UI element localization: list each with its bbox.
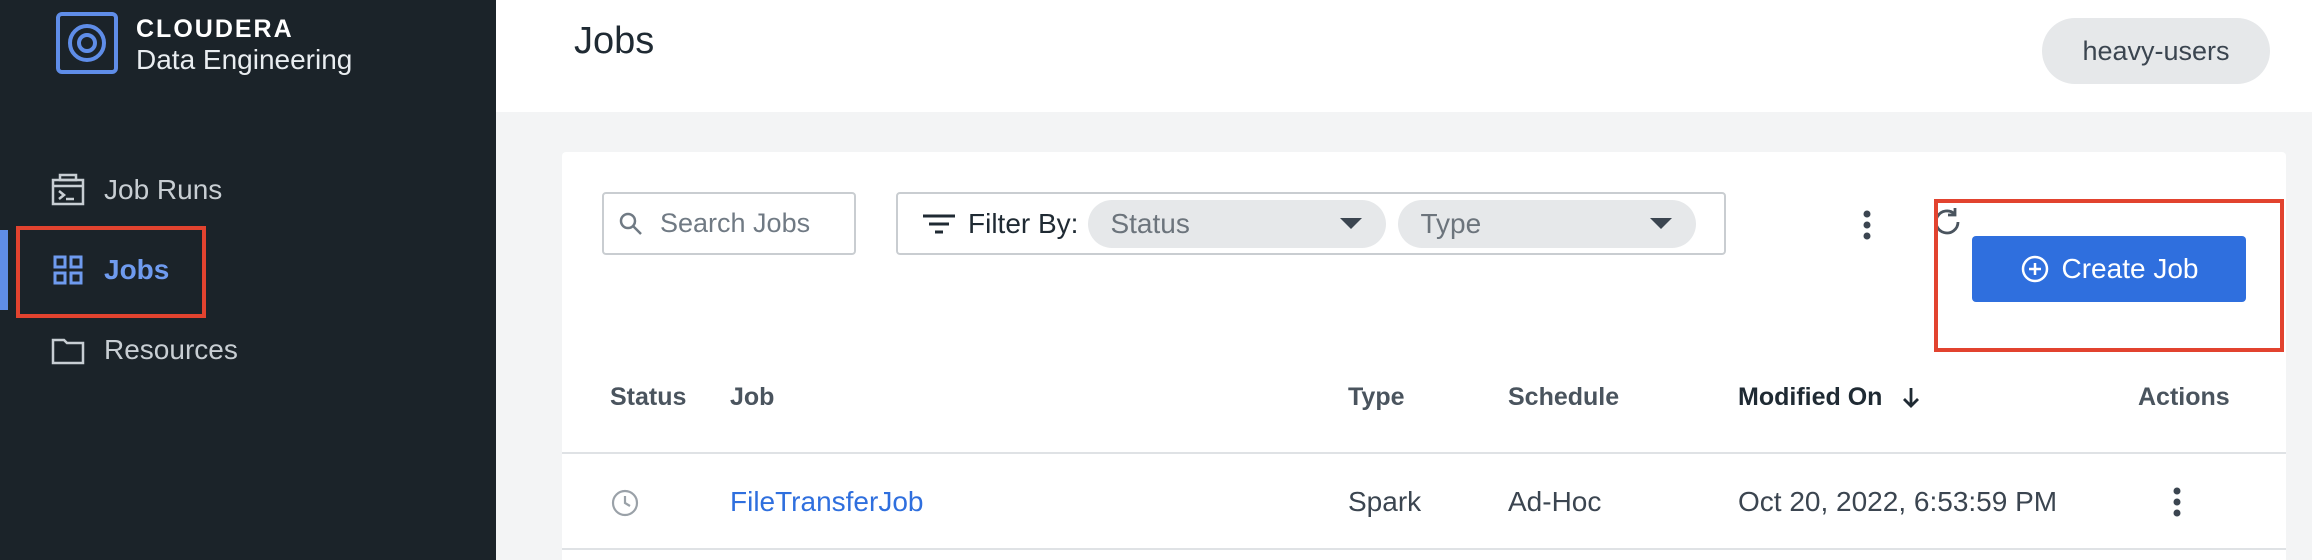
type-filter-placeholder: Type — [1420, 207, 1482, 239]
arrow-down-icon — [1903, 388, 1920, 409]
job-name-link[interactable]: FileTransferJob — [730, 486, 923, 518]
clock-icon — [611, 489, 639, 517]
job-modified-on: Oct 20, 2022, 6:53:59 PM — [1738, 486, 2058, 517]
column-header-actions: Actions — [2138, 383, 2230, 411]
search-input[interactable]: Search Jobs — [602, 192, 856, 255]
chevron-down-icon — [1650, 218, 1673, 229]
search-placeholder: Search Jobs — [660, 208, 811, 238]
more-options-icon[interactable] — [1863, 210, 1871, 240]
terminal-icon — [51, 173, 85, 206]
create-job-label: Create Job — [2061, 253, 2199, 284]
sidebar-item-resources[interactable]: Resources — [0, 310, 496, 390]
search-icon — [619, 212, 642, 235]
job-type: Spark — [1348, 486, 1422, 517]
filter-bar: Filter By: Status Type — [896, 192, 1726, 255]
divider — [562, 548, 2286, 550]
column-header-label: Modified On — [1738, 383, 1883, 411]
job-schedule: Ad-Hoc — [1508, 486, 1602, 517]
sidebar-item-job-runs[interactable]: Job Runs — [0, 150, 496, 230]
add-circle-icon — [2021, 255, 2048, 283]
create-job-button[interactable]: Create Job — [1972, 236, 2246, 302]
filter-label: Filter By: — [968, 207, 1079, 239]
active-indicator — [0, 230, 8, 310]
type-filter-select[interactable]: Type — [1398, 199, 1697, 248]
status-filter-placeholder: Status — [1110, 207, 1190, 239]
row-actions-icon[interactable] — [2173, 487, 2181, 517]
user-chip[interactable]: heavy-users — [2042, 18, 2270, 84]
folder-icon — [51, 338, 85, 365]
sidebar: CLOUDERA Data Engineering Job Runs Jobs … — [0, 0, 496, 560]
column-header-type[interactable]: Type — [1348, 383, 1405, 412]
divider — [562, 452, 2286, 454]
column-header-schedule[interactable]: Schedule — [1508, 383, 1619, 412]
highlight-box-jobs — [16, 226, 206, 318]
column-header-modified-on[interactable]: Modified On — [1738, 383, 1921, 412]
filter-icon — [923, 214, 955, 233]
column-header-job[interactable]: Job — [730, 383, 774, 412]
brand-product: Data Engineering — [136, 44, 353, 75]
brand[interactable]: CLOUDERA Data Engineering — [56, 12, 352, 76]
header-bar — [496, 0, 2312, 112]
chevron-down-icon — [1340, 218, 1363, 229]
sidebar-item-label: Resources — [104, 334, 238, 365]
sidebar-item-label: Job Runs — [104, 174, 223, 205]
status-filter-select[interactable]: Status — [1088, 199, 1387, 248]
cloudera-logo-icon — [56, 12, 118, 74]
column-header-status: Status — [610, 383, 687, 411]
brand-name: CLOUDERA — [136, 15, 294, 43]
page-title: Jobs — [574, 20, 655, 62]
